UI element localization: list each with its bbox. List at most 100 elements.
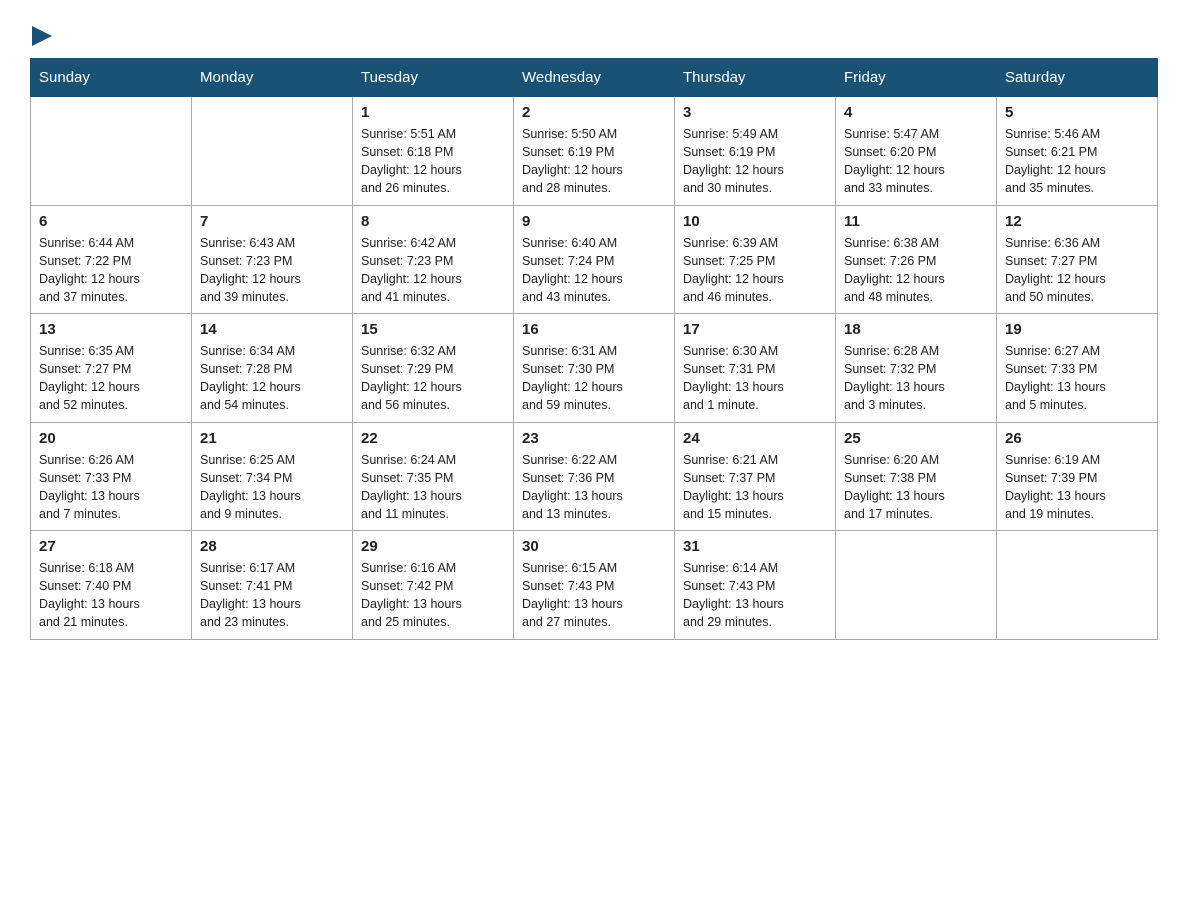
page-header xyxy=(30,24,1158,48)
day-info: Sunrise: 6:24 AM Sunset: 7:35 PM Dayligh… xyxy=(361,451,505,524)
day-info: Sunrise: 6:42 AM Sunset: 7:23 PM Dayligh… xyxy=(361,234,505,307)
logo xyxy=(30,24,52,48)
calendar-cell: 18 Sunrise: 6:28 AM Sunset: 7:32 PM Dayli… xyxy=(836,314,997,423)
weekday-header-monday: Monday xyxy=(192,59,353,97)
calendar-cell: 20Sunrise: 6:26 AM Sunset: 7:33 PM Dayli… xyxy=(31,422,192,531)
calendar-cell xyxy=(31,97,192,206)
day-number: 1 xyxy=(361,104,505,121)
day-number: 28 xyxy=(200,538,344,555)
day-number: 6 xyxy=(39,213,183,230)
day-info: Sunrise: 6:15 AM Sunset: 7:43 PM Dayligh… xyxy=(522,559,666,632)
calendar-week-2: 6 Sunrise: 6:44 AM Sunset: 7:22 PM Daylig… xyxy=(31,205,1158,314)
day-info: Sunrise: 5:50 AM Sunset: 6:19 PM Dayligh… xyxy=(522,125,666,198)
day-number: 3 xyxy=(683,104,827,121)
day-number: 21 xyxy=(200,430,344,447)
day-info: Sunrise: 6:17 AM Sunset: 7:41 PM Dayligh… xyxy=(200,559,344,632)
day-info: Sunrise: 6:25 AM Sunset: 7:34 PM Dayligh… xyxy=(200,451,344,524)
calendar-header-row: SundayMondayTuesdayWednesdayThursdayFrid… xyxy=(31,59,1158,97)
day-info: Sunrise: 6:21 AM Sunset: 7:37 PM Dayligh… xyxy=(683,451,827,524)
day-info: Sunrise: 6:31 AM Sunset: 7:30 PM Dayligh… xyxy=(522,342,666,415)
day-info: Sunrise: 6:30 AM Sunset: 7:31 PM Dayligh… xyxy=(683,342,827,415)
weekday-header-friday: Friday xyxy=(836,59,997,97)
day-info: Sunrise: 6:35 AM Sunset: 7:27 PM Dayligh… xyxy=(39,342,183,415)
calendar-cell: 16 Sunrise: 6:31 AM Sunset: 7:30 PM Dayli… xyxy=(514,314,675,423)
day-number: 30 xyxy=(522,538,666,555)
day-number: 18 xyxy=(844,321,988,338)
day-info: Sunrise: 6:16 AM Sunset: 7:42 PM Dayligh… xyxy=(361,559,505,632)
day-info: Sunrise: 5:46 AM Sunset: 6:21 PM Dayligh… xyxy=(1005,125,1149,198)
weekday-header-saturday: Saturday xyxy=(997,59,1158,97)
calendar-week-1: 1 Sunrise: 5:51 AM Sunset: 6:18 PM Daylig… xyxy=(31,97,1158,206)
weekday-header-sunday: Sunday xyxy=(31,59,192,97)
calendar-cell: 9 Sunrise: 6:40 AM Sunset: 7:24 PM Daylig… xyxy=(514,205,675,314)
calendar-cell: 1 Sunrise: 5:51 AM Sunset: 6:18 PM Daylig… xyxy=(353,97,514,206)
day-number: 15 xyxy=(361,321,505,338)
day-info: Sunrise: 5:51 AM Sunset: 6:18 PM Dayligh… xyxy=(361,125,505,198)
logo-arrow-icon xyxy=(32,24,52,48)
calendar-cell: 2 Sunrise: 5:50 AM Sunset: 6:19 PM Daylig… xyxy=(514,97,675,206)
day-info: Sunrise: 6:40 AM Sunset: 7:24 PM Dayligh… xyxy=(522,234,666,307)
weekday-header-thursday: Thursday xyxy=(675,59,836,97)
calendar-cell: 31Sunrise: 6:14 AM Sunset: 7:43 PM Dayli… xyxy=(675,531,836,640)
calendar-cell: 24 Sunrise: 6:21 AM Sunset: 7:37 PM Dayli… xyxy=(675,422,836,531)
calendar-cell xyxy=(997,531,1158,640)
calendar-cell: 11 Sunrise: 6:38 AM Sunset: 7:26 PM Dayli… xyxy=(836,205,997,314)
day-number: 20 xyxy=(39,430,183,447)
day-number: 22 xyxy=(361,430,505,447)
calendar-cell: 27 Sunrise: 6:18 AM Sunset: 7:40 PM Dayli… xyxy=(31,531,192,640)
calendar-cell: 5 Sunrise: 5:46 AM Sunset: 6:21 PM Daylig… xyxy=(997,97,1158,206)
calendar-cell: 3 Sunrise: 5:49 AM Sunset: 6:19 PM Daylig… xyxy=(675,97,836,206)
day-number: 17 xyxy=(683,321,827,338)
calendar-cell: 13Sunrise: 6:35 AM Sunset: 7:27 PM Dayli… xyxy=(31,314,192,423)
day-info: Sunrise: 5:47 AM Sunset: 6:20 PM Dayligh… xyxy=(844,125,988,198)
day-info: Sunrise: 6:44 AM Sunset: 7:22 PM Dayligh… xyxy=(39,234,183,307)
calendar-cell: 28 Sunrise: 6:17 AM Sunset: 7:41 PM Dayli… xyxy=(192,531,353,640)
calendar-cell: 12Sunrise: 6:36 AM Sunset: 7:27 PM Dayli… xyxy=(997,205,1158,314)
day-info: Sunrise: 6:39 AM Sunset: 7:25 PM Dayligh… xyxy=(683,234,827,307)
calendar-cell: 21 Sunrise: 6:25 AM Sunset: 7:34 PM Dayli… xyxy=(192,422,353,531)
calendar-cell xyxy=(192,97,353,206)
calendar-cell: 26Sunrise: 6:19 AM Sunset: 7:39 PM Dayli… xyxy=(997,422,1158,531)
calendar-cell: 7 Sunrise: 6:43 AM Sunset: 7:23 PM Daylig… xyxy=(192,205,353,314)
calendar-week-5: 27 Sunrise: 6:18 AM Sunset: 7:40 PM Dayli… xyxy=(31,531,1158,640)
day-number: 2 xyxy=(522,104,666,121)
day-info: Sunrise: 6:38 AM Sunset: 7:26 PM Dayligh… xyxy=(844,234,988,307)
day-number: 7 xyxy=(200,213,344,230)
calendar-cell: 22 Sunrise: 6:24 AM Sunset: 7:35 PM Dayli… xyxy=(353,422,514,531)
day-number: 10 xyxy=(683,213,827,230)
day-info: Sunrise: 6:27 AM Sunset: 7:33 PM Dayligh… xyxy=(1005,342,1149,415)
day-info: Sunrise: 6:43 AM Sunset: 7:23 PM Dayligh… xyxy=(200,234,344,307)
weekday-header-tuesday: Tuesday xyxy=(353,59,514,97)
calendar-cell: 15 Sunrise: 6:32 AM Sunset: 7:29 PM Dayli… xyxy=(353,314,514,423)
day-info: Sunrise: 6:20 AM Sunset: 7:38 PM Dayligh… xyxy=(844,451,988,524)
calendar-cell: 25Sunrise: 6:20 AM Sunset: 7:38 PM Dayli… xyxy=(836,422,997,531)
calendar-cell xyxy=(836,531,997,640)
day-info: Sunrise: 6:28 AM Sunset: 7:32 PM Dayligh… xyxy=(844,342,988,415)
day-info: Sunrise: 6:32 AM Sunset: 7:29 PM Dayligh… xyxy=(361,342,505,415)
day-number: 11 xyxy=(844,213,988,230)
weekday-header-wednesday: Wednesday xyxy=(514,59,675,97)
calendar-cell: 29Sunrise: 6:16 AM Sunset: 7:42 PM Dayli… xyxy=(353,531,514,640)
day-number: 31 xyxy=(683,538,827,555)
day-number: 27 xyxy=(39,538,183,555)
day-number: 9 xyxy=(522,213,666,230)
calendar-table: SundayMondayTuesdayWednesdayThursdayFrid… xyxy=(30,58,1158,640)
calendar-cell: 19 Sunrise: 6:27 AM Sunset: 7:33 PM Dayli… xyxy=(997,314,1158,423)
calendar-cell: 4Sunrise: 5:47 AM Sunset: 6:20 PM Daylig… xyxy=(836,97,997,206)
day-number: 24 xyxy=(683,430,827,447)
day-info: Sunrise: 6:19 AM Sunset: 7:39 PM Dayligh… xyxy=(1005,451,1149,524)
calendar-cell: 10 Sunrise: 6:39 AM Sunset: 7:25 PM Dayli… xyxy=(675,205,836,314)
day-info: Sunrise: 6:36 AM Sunset: 7:27 PM Dayligh… xyxy=(1005,234,1149,307)
day-number: 16 xyxy=(522,321,666,338)
calendar-cell: 23Sunrise: 6:22 AM Sunset: 7:36 PM Dayli… xyxy=(514,422,675,531)
day-info: Sunrise: 6:34 AM Sunset: 7:28 PM Dayligh… xyxy=(200,342,344,415)
day-info: Sunrise: 5:49 AM Sunset: 6:19 PM Dayligh… xyxy=(683,125,827,198)
calendar-week-4: 20Sunrise: 6:26 AM Sunset: 7:33 PM Dayli… xyxy=(31,422,1158,531)
calendar-cell: 6 Sunrise: 6:44 AM Sunset: 7:22 PM Daylig… xyxy=(31,205,192,314)
day-number: 19 xyxy=(1005,321,1149,338)
calendar-week-3: 13Sunrise: 6:35 AM Sunset: 7:27 PM Dayli… xyxy=(31,314,1158,423)
day-number: 5 xyxy=(1005,104,1149,121)
calendar-cell: 30 Sunrise: 6:15 AM Sunset: 7:43 PM Dayli… xyxy=(514,531,675,640)
day-number: 14 xyxy=(200,321,344,338)
day-info: Sunrise: 6:18 AM Sunset: 7:40 PM Dayligh… xyxy=(39,559,183,632)
